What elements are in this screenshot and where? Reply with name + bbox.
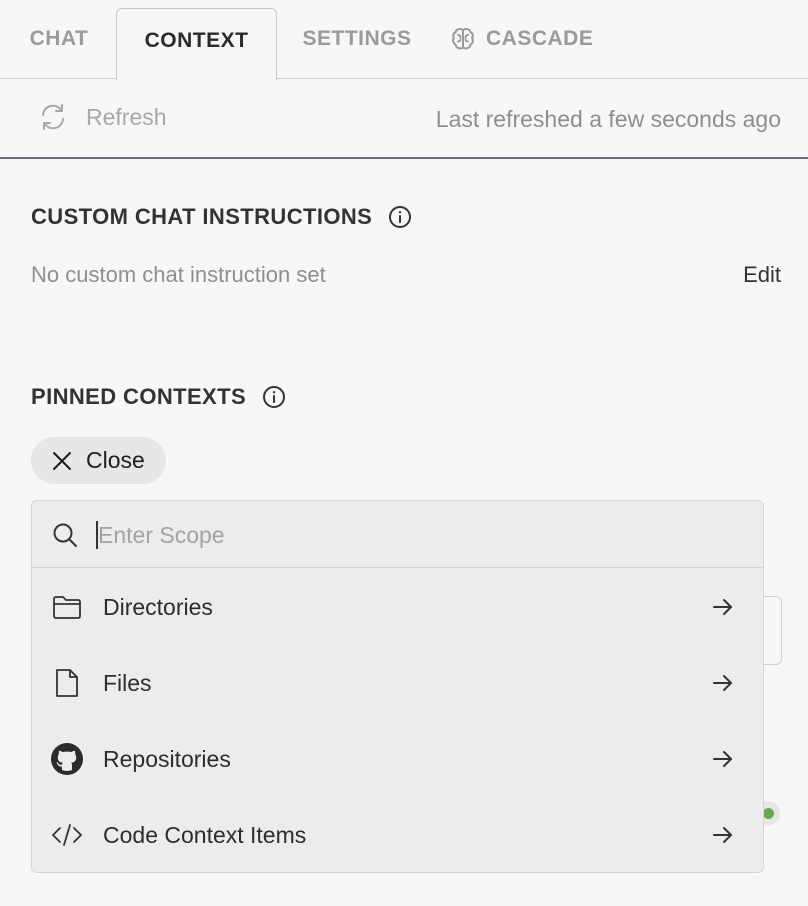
scope-item-directories[interactable]: Directories (32, 569, 763, 645)
close-button[interactable]: Close (31, 437, 166, 484)
close-label: Close (86, 447, 145, 473)
pinned-contexts-heading: PINNED CONTEXTS (31, 384, 286, 410)
scope-item-label: Directories (103, 593, 213, 620)
tab-chat[interactable]: CHAT (0, 8, 118, 79)
scope-search-input[interactable] (96, 518, 696, 552)
no-instructions-text: No custom chat instruction set (31, 262, 326, 287)
refresh-icon (42, 104, 64, 130)
tab-context-label: CONTEXT (144, 28, 249, 52)
scope-item-files[interactable]: Files (32, 645, 763, 721)
arrow-right-icon (713, 827, 732, 843)
scope-search-row (32, 501, 763, 568)
info-icon[interactable] (388, 205, 412, 229)
scope-item-label: Files (103, 669, 152, 696)
tab-settings-label: SETTINGS (302, 26, 412, 50)
edit-instructions-button[interactable]: Edit (743, 262, 781, 288)
folder-icon (51, 591, 83, 623)
refresh-bar: Refresh Last refreshed a few seconds ago (0, 80, 808, 159)
context-panel: CHAT CONTEXT SETTINGS CASCADE Refresh La… (0, 0, 808, 906)
tab-context[interactable]: CONTEXT (116, 8, 277, 80)
search-icon (53, 523, 77, 547)
refresh-label: Refresh (86, 103, 167, 130)
tab-cascade[interactable]: CASCADE (450, 8, 620, 79)
custom-instructions-title: CUSTOM CHAT INSTRUCTIONS (31, 204, 373, 229)
scope-item-repositories[interactable]: Repositories (32, 721, 763, 797)
scope-item-label: Code Context Items (103, 821, 307, 848)
tab-settings[interactable]: SETTINGS (278, 8, 436, 79)
tab-bar: CHAT CONTEXT SETTINGS CASCADE (0, 0, 808, 80)
custom-instructions-heading: CUSTOM CHAT INSTRUCTIONS (31, 204, 412, 230)
scope-item-label: Repositories (103, 745, 231, 772)
arrow-right-icon (713, 675, 732, 691)
scope-dropdown: Directories Files (31, 500, 764, 873)
scope-item-code-context-items[interactable]: Code Context Items (32, 797, 763, 872)
arrow-right-icon (713, 599, 732, 615)
github-icon (51, 743, 83, 775)
refresh-button[interactable]: Refresh (38, 102, 167, 132)
brain-icon (452, 27, 474, 49)
arrow-right-icon (713, 751, 732, 767)
tab-cascade-label: CASCADE (486, 26, 594, 50)
pinned-contexts-title: PINNED CONTEXTS (31, 384, 247, 409)
text-caret (96, 521, 98, 549)
close-icon (53, 451, 71, 470)
tab-chat-label: CHAT (29, 26, 89, 50)
last-refreshed-status: Last refreshed a few seconds ago (435, 106, 781, 132)
info-icon[interactable] (262, 385, 286, 409)
file-icon (51, 667, 83, 699)
code-icon (51, 819, 83, 851)
